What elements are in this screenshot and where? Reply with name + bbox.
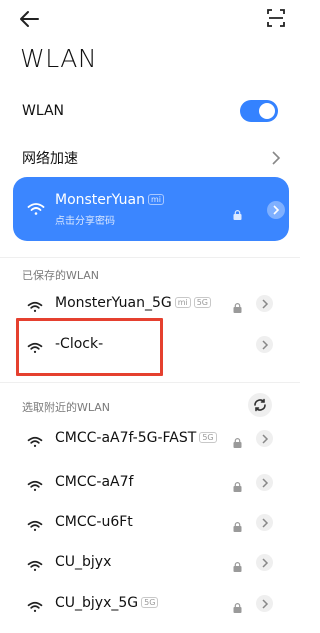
nearby-network-row[interactable]: CMCC-aA7f (0, 463, 300, 503)
5g-badge: 5G (199, 432, 217, 443)
lock-icon (233, 517, 242, 536)
connected-ssid-row: MonsterYuan mi (55, 192, 164, 208)
nearby-network-row[interactable]: CU_bjyx (0, 543, 300, 583)
network-details-button[interactable] (267, 201, 285, 219)
wifi-icon (27, 477, 43, 496)
nearby-network-row[interactable]: CMCC-aA7f-5G-FAST 5G (0, 419, 300, 459)
wifi-icon (27, 557, 43, 576)
toggle-knob (259, 103, 275, 119)
chevron-right-icon[interactable] (271, 150, 281, 165)
network-accel-label[interactable]: 网络加速 (22, 148, 78, 168)
network-details-button[interactable] (256, 295, 273, 312)
page-title: WLAN (20, 44, 98, 73)
share-password-hint[interactable]: 点击分享密码 (55, 212, 115, 227)
back-arrow-icon[interactable] (18, 8, 42, 30)
wifi-icon (27, 433, 43, 452)
network-details-button[interactable] (256, 336, 273, 353)
scan-icon[interactable] (266, 8, 286, 28)
wifi-icon (27, 517, 43, 536)
lock-icon (233, 433, 242, 452)
lock-icon (233, 298, 242, 317)
nearby-section-label: 选取附近的WLAN (22, 401, 111, 414)
network-name-row: CMCC-aA7f-5G-FAST 5G (55, 430, 217, 446)
lock-icon (233, 205, 242, 224)
wifi-icon (27, 298, 43, 317)
network-name-row: CU_bjyx_5G 5G (55, 595, 159, 611)
highlight-box (16, 318, 163, 376)
network-ssid: CU_bjyx (55, 554, 112, 570)
lock-icon (233, 598, 242, 617)
wifi-icon (27, 598, 43, 617)
refresh-button[interactable] (248, 393, 272, 417)
section-divider (0, 382, 300, 383)
5g-badge: 5G (193, 297, 212, 308)
wlan-toggle-label: WLAN (22, 103, 65, 119)
network-details-button[interactable] (256, 554, 273, 571)
lock-icon (233, 557, 242, 576)
nearby-network-row[interactable]: CMCC-u6Ft (0, 503, 300, 543)
nearby-network-row[interactable]: CU_bjyx_5G 5G (0, 584, 300, 624)
network-ssid: CMCC-u6Ft (55, 514, 133, 530)
network-details-button[interactable] (256, 595, 273, 612)
network-name-row: MonsterYuan_5G mi 5G (55, 295, 212, 311)
saved-section-label: 已保存的WLAN (22, 269, 100, 282)
network-ssid: CMCC-aA7f (55, 474, 134, 490)
connected-network-card[interactable]: MonsterYuan mi 点击分享密码 (13, 177, 289, 241)
mi-badge: mi (174, 297, 191, 308)
5g-badge: 5G (141, 597, 159, 608)
wifi-icon (27, 201, 45, 220)
network-ssid: MonsterYuan_5G (55, 295, 172, 311)
mi-badge: mi (147, 194, 164, 205)
connected-ssid: MonsterYuan (55, 192, 145, 208)
network-ssid: CU_bjyx_5G (55, 595, 139, 611)
network-details-button[interactable] (256, 514, 273, 531)
network-details-button[interactable] (256, 474, 273, 491)
section-divider (0, 257, 300, 258)
lock-icon (233, 477, 242, 496)
network-ssid: CMCC-aA7f-5G-FAST (55, 430, 197, 446)
network-details-button[interactable] (256, 430, 273, 447)
wlan-toggle[interactable] (240, 100, 278, 122)
